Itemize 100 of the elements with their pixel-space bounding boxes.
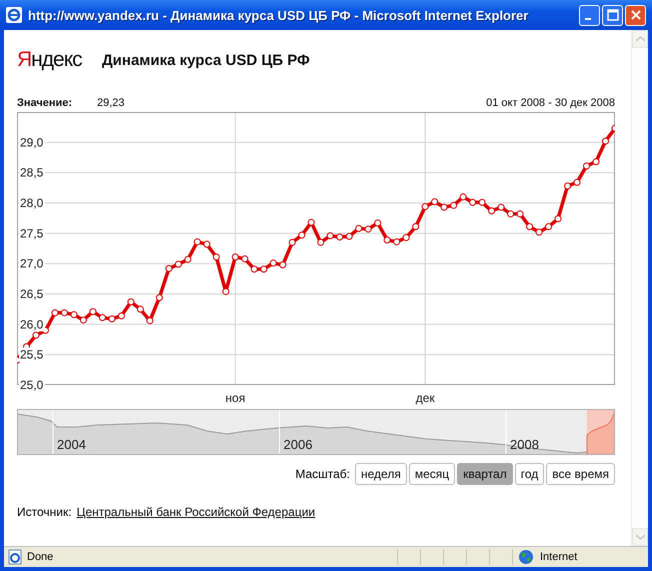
data-point: [431, 198, 438, 206]
data-point: [440, 204, 448, 211]
minimize-icon: [585, 18, 591, 20]
scale-button[interactable]: неделя: [355, 463, 407, 485]
data-point: [374, 220, 382, 227]
data-point: [422, 203, 429, 210]
scale-label: Масштаб:: [295, 467, 350, 481]
data-point: [478, 198, 486, 206]
window-title: http://www.yandex.ru - Динамика курса USD ЦБ РФ - Microsoft Internet Explorer: [28, 8, 530, 22]
data-point: [355, 224, 362, 232]
data-point: [51, 309, 58, 316]
close-button[interactable]: [625, 4, 646, 26]
data-point: [308, 218, 315, 226]
data-point: [260, 266, 268, 273]
data-point: [212, 254, 220, 260]
period-text: 01 окт 2008 - 30 дек 2008: [486, 97, 615, 109]
data-point: [222, 288, 230, 296]
data-point: [488, 207, 496, 214]
data-point: [127, 298, 134, 306]
value-text: 29,23: [97, 97, 125, 109]
year-label: 2006: [284, 437, 312, 452]
y-tick-label: 26,5: [20, 287, 44, 301]
overview-chart[interactable]: 2004 2006 2008: [17, 409, 615, 455]
y-tick-label: 25,5: [20, 348, 44, 362]
data-point: [498, 204, 505, 211]
page-title: Динамика курса USD ЦБ РФ: [102, 52, 310, 68]
data-point: [165, 265, 172, 272]
year-label: 2008: [510, 437, 539, 452]
y-tick-label: 28,5: [20, 166, 44, 180]
data-point: [412, 223, 420, 230]
data-point: [536, 228, 543, 236]
data-point: [460, 193, 467, 200]
browser-icon: [6, 7, 22, 23]
data-point: [545, 223, 552, 230]
scale-button[interactable]: месяц: [408, 463, 456, 485]
year-label: 2004: [57, 437, 86, 452]
maximize-button[interactable]: [602, 4, 623, 26]
data-point: [317, 238, 324, 246]
data-point: [364, 226, 372, 233]
data-point: [298, 232, 306, 239]
data-point: [70, 311, 78, 318]
source-link[interactable]: Центральный банк Российской Федерации: [76, 505, 316, 519]
y-tick-label: 27,0: [20, 256, 44, 271]
data-point: [516, 210, 524, 218]
data-point: [250, 266, 258, 273]
y-tick-label: 28,0: [20, 196, 44, 210]
data-point: [402, 234, 410, 242]
month-label: ноя: [225, 391, 246, 405]
data-point: [526, 223, 534, 230]
y-tick-label: 27,5: [20, 226, 44, 240]
close-icon: [630, 9, 642, 21]
scale-button[interactable]: год: [514, 463, 544, 485]
data-point: [326, 232, 334, 240]
minimize-button[interactable]: [579, 4, 600, 26]
data-point: [60, 309, 68, 316]
data-point: [194, 238, 201, 246]
globe-icon: [518, 549, 534, 565]
data-point: [156, 294, 163, 302]
data-point: [583, 162, 590, 170]
scale-button[interactable]: все время: [546, 463, 615, 485]
data-point: [184, 256, 192, 263]
month-label: дек: [416, 391, 435, 405]
data-point: [203, 240, 210, 248]
data-point: [346, 232, 353, 240]
data-point: [98, 314, 106, 322]
source-label: Источник:: [17, 505, 72, 519]
y-tick-label: 25,0: [20, 378, 44, 392]
data-point: [136, 306, 144, 313]
data-point: [507, 210, 514, 218]
data-point: [288, 238, 296, 246]
page-icon: [7, 549, 23, 565]
data-point: [174, 260, 182, 268]
data-point: [384, 236, 391, 244]
data-point: [241, 255, 248, 262]
data-point: [279, 261, 286, 268]
y-tick-label: 26,0: [20, 317, 44, 332]
status-text: Done: [27, 551, 54, 563]
data-point: [450, 202, 458, 209]
data-point: [146, 317, 154, 324]
data-point: [118, 312, 125, 320]
data-point: [554, 215, 562, 222]
maximize-icon: [606, 9, 618, 21]
data-point: [108, 315, 116, 322]
value-label: Значение:: [17, 97, 74, 109]
logo[interactable]: Яндекс: [17, 48, 102, 72]
data-point: [592, 158, 600, 166]
data-point: [232, 254, 239, 260]
data-point: [564, 182, 572, 190]
data-point: [80, 316, 87, 324]
data-point: [336, 233, 344, 240]
y-tick-label: 29,0: [20, 135, 44, 150]
data-point: [574, 178, 581, 186]
data-point: [602, 138, 609, 145]
zone-text: Internet: [540, 551, 578, 563]
scale-button[interactable]: квартал: [457, 463, 513, 485]
data-point: [270, 260, 277, 267]
data-point: [612, 124, 615, 132]
data-point: [89, 308, 96, 316]
data-point: [469, 198, 476, 206]
data-point: [393, 238, 400, 246]
